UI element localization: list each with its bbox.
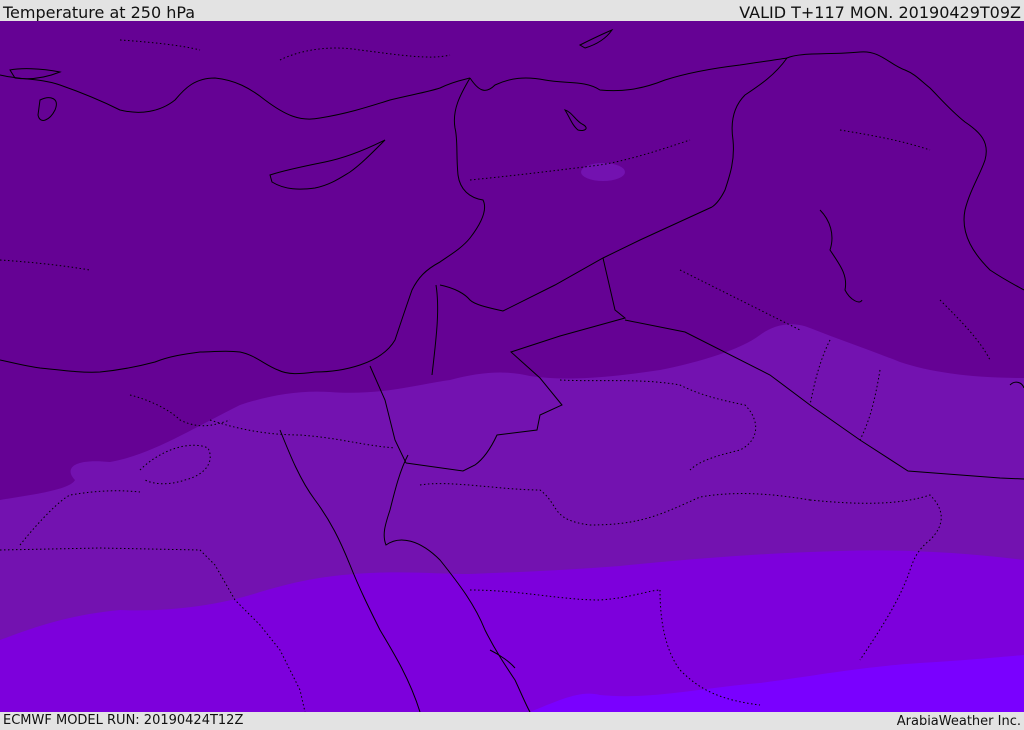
model-run-label: ECMWF MODEL RUN: 20190424T12Z bbox=[3, 713, 244, 728]
map-canvas bbox=[0, 21, 1024, 712]
credit-label: ArabiaWeather Inc. bbox=[896, 714, 1021, 729]
temp-cell-syria bbox=[581, 163, 625, 181]
map-title: Temperature at 250 hPa bbox=[3, 3, 196, 22]
header-bar: Temperature at 250 hPa VALID T+117 MON. … bbox=[0, 0, 1024, 22]
valid-time-label: VALID T+117 MON. 20190429T09Z bbox=[739, 3, 1021, 22]
footer-bar: ECMWF MODEL RUN: 20190424T12Z ArabiaWeat… bbox=[0, 712, 1024, 729]
weather-map[interactable] bbox=[0, 21, 1024, 712]
